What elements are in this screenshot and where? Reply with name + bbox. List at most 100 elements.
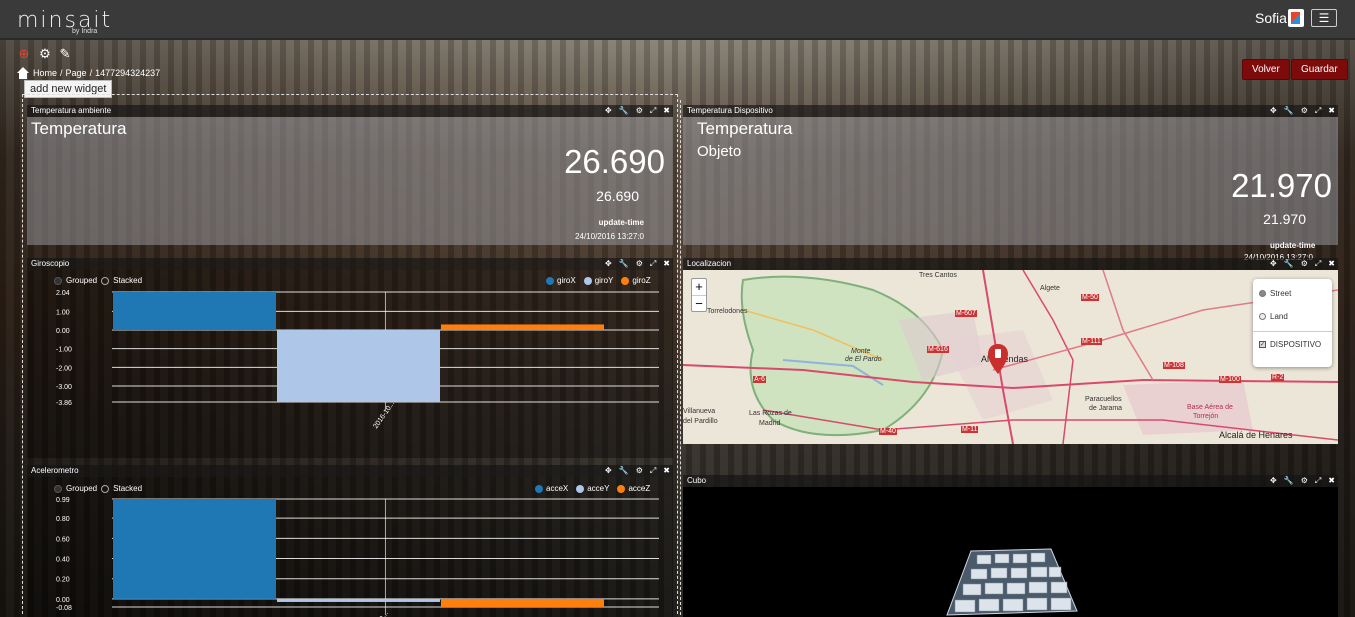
map[interactable]: Tres Cantos Algete Torrelodones Monte de… xyxy=(683,270,1338,444)
gear-icon[interactable]: ⚙ xyxy=(636,258,643,270)
expand-icon[interactable]: ⤢ xyxy=(1315,105,1321,117)
wrench-icon[interactable]: 🔧 xyxy=(1284,105,1294,117)
overlay-option-dispositivo[interactable]: ✓ DISPOSITIVO xyxy=(1259,340,1321,349)
wrench-icon[interactable]: 🔧 xyxy=(1284,258,1294,270)
logo[interactable]: minsait xyxy=(17,8,112,33)
move-icon[interactable]: ✥ xyxy=(605,105,612,117)
y-tick-label: 2.04 xyxy=(56,290,70,297)
close-icon[interactable]: ✖ xyxy=(663,258,670,270)
settings-icon[interactable]: ⚙ xyxy=(38,47,52,61)
expand-icon[interactable]: ⤢ xyxy=(1315,258,1321,270)
road-label: A-6 xyxy=(753,376,766,383)
road-label: M-100 xyxy=(1219,376,1241,383)
move-icon[interactable]: ✥ xyxy=(1270,258,1277,270)
grid-guide xyxy=(22,94,678,95)
widget-temperatura-ambiente: Temperatura ambiente ✥ 🔧 ⚙ ⤢ ✖ Temperatu… xyxy=(27,105,673,245)
dispositivo-checkbox[interactable]: ✓ xyxy=(1259,341,1266,348)
update-time-value: 24/10/2016 13:27:0 xyxy=(575,232,644,241)
y-tick-label: -3.86 xyxy=(56,400,72,407)
y-tick-label: 0.99 xyxy=(56,497,70,504)
x-tick-label: 2... xyxy=(379,610,390,617)
map-label: Torrelodones xyxy=(707,308,748,315)
layer-option-land[interactable]: Land xyxy=(1259,312,1288,321)
bar-giroX xyxy=(113,292,276,331)
widget-title: Temperatura ambiente xyxy=(31,106,112,115)
close-icon[interactable]: ✖ xyxy=(1328,258,1335,270)
divider xyxy=(1253,331,1332,332)
wrench-icon[interactable]: 🔧 xyxy=(619,258,629,270)
expand-icon[interactable]: ⤢ xyxy=(650,258,656,270)
map-label: Alcalá de Henares xyxy=(1219,430,1293,440)
layer-option-street[interactable]: Street xyxy=(1259,289,1291,298)
zoom-out-button[interactable]: − xyxy=(692,296,706,312)
save-button[interactable]: Guardar xyxy=(1291,59,1348,80)
add-widget-icon[interactable]: ⊕ xyxy=(17,47,31,61)
move-icon[interactable]: ✥ xyxy=(605,465,612,477)
road-label: M-50 xyxy=(1081,294,1099,301)
gear-icon[interactable]: ⚙ xyxy=(636,105,643,117)
widget-header[interactable]: Localizacion xyxy=(683,258,1338,270)
gear-icon[interactable]: ⚙ xyxy=(1301,258,1308,270)
temperature-sub-value: 26.690 xyxy=(596,188,639,204)
hamburger-icon: ☰ xyxy=(1318,11,1330,25)
road-label: M-11 xyxy=(961,426,979,433)
road-label: M-108 xyxy=(1163,362,1185,369)
edit-icon[interactable]: ✎ xyxy=(58,47,72,61)
widget-cubo: Cubo ✥ 🔧 ⚙ ⤢ ✖ xyxy=(683,475,1338,617)
road-label: M-111 xyxy=(1081,338,1102,345)
widget-controls: ✥ 🔧 ⚙ ⤢ ✖ xyxy=(1270,258,1335,270)
wrench-icon[interactable]: 🔧 xyxy=(619,465,629,477)
grid-guide xyxy=(677,94,678,614)
close-icon[interactable]: ✖ xyxy=(663,105,670,117)
street-radio[interactable] xyxy=(1259,290,1266,297)
bar-acceY xyxy=(277,598,440,602)
temperature-value: 21.970 xyxy=(1231,167,1332,204)
gear-icon[interactable]: ⚙ xyxy=(1301,105,1308,117)
land-radio[interactable] xyxy=(1259,313,1266,320)
back-button[interactable]: Volver xyxy=(1242,59,1290,80)
close-icon[interactable]: ✖ xyxy=(663,465,670,477)
widget-header[interactable]: Temperatura ambiente xyxy=(27,105,673,117)
widget-heading: Temperatura xyxy=(31,119,127,138)
widget-header[interactable]: Cubo xyxy=(683,475,1338,487)
gear-icon[interactable]: ⚙ xyxy=(636,465,643,477)
move-icon[interactable]: ✥ xyxy=(1270,475,1277,487)
map-label: Paracuellos xyxy=(1085,396,1122,403)
y-tick-label: -2.00 xyxy=(56,365,72,372)
widget-controls: ✥ 🔧 ⚙ ⤢ ✖ xyxy=(1270,105,1335,117)
map-label: Madrid xyxy=(759,420,781,427)
y-tick-label: -0.08 xyxy=(56,605,72,612)
move-icon[interactable]: ✥ xyxy=(605,258,612,270)
wrench-icon[interactable]: 🔧 xyxy=(619,105,629,117)
map-label: de El Pardo xyxy=(845,356,882,363)
widget-controls: ✥ 🔧 ⚙ ⤢ ✖ xyxy=(605,258,670,270)
zoom-in-button[interactable]: + xyxy=(692,279,706,296)
platform-name: Sofia xyxy=(1255,10,1287,26)
widget-header[interactable]: Giroscopio xyxy=(27,258,673,270)
breadcrumb-separator: / xyxy=(89,68,93,78)
close-icon[interactable]: ✖ xyxy=(1328,475,1335,487)
move-icon[interactable]: ✥ xyxy=(1270,105,1277,117)
gear-icon[interactable]: ⚙ xyxy=(1301,475,1308,487)
bar-giroY xyxy=(277,330,440,402)
road-label: M-607 xyxy=(955,310,977,317)
map-pin-icon[interactable] xyxy=(988,344,1008,374)
breadcrumb-home[interactable]: Home xyxy=(33,68,57,78)
overlay-label: DISPOSITIVO xyxy=(1270,340,1322,349)
close-icon[interactable]: ✖ xyxy=(1328,105,1335,117)
road-label: M-40 xyxy=(879,428,897,435)
widget-header[interactable]: Temperatura Dispositivo xyxy=(683,105,1338,117)
bar-acceZ xyxy=(441,598,604,607)
widget-header[interactable]: Acelerometro xyxy=(27,465,673,477)
expand-icon[interactable]: ⤢ xyxy=(1315,475,1321,487)
home-icon[interactable] xyxy=(16,67,30,79)
hamburger-menu-button[interactable]: ☰ xyxy=(1311,9,1337,27)
layer-label: Street xyxy=(1270,289,1292,298)
expand-icon[interactable]: ⤢ xyxy=(650,105,656,117)
acelerometro-chart: 0.99 0.80 0.60 0.40 0.20 0.00-0.08 2... xyxy=(56,497,659,617)
wrench-icon[interactable]: 🔧 xyxy=(1284,475,1294,487)
logo-subtitle: by Indra xyxy=(72,28,98,35)
widget-heading: Temperatura xyxy=(697,119,793,138)
breadcrumb-page[interactable]: Page xyxy=(66,68,87,78)
expand-icon[interactable]: ⤢ xyxy=(650,465,656,477)
